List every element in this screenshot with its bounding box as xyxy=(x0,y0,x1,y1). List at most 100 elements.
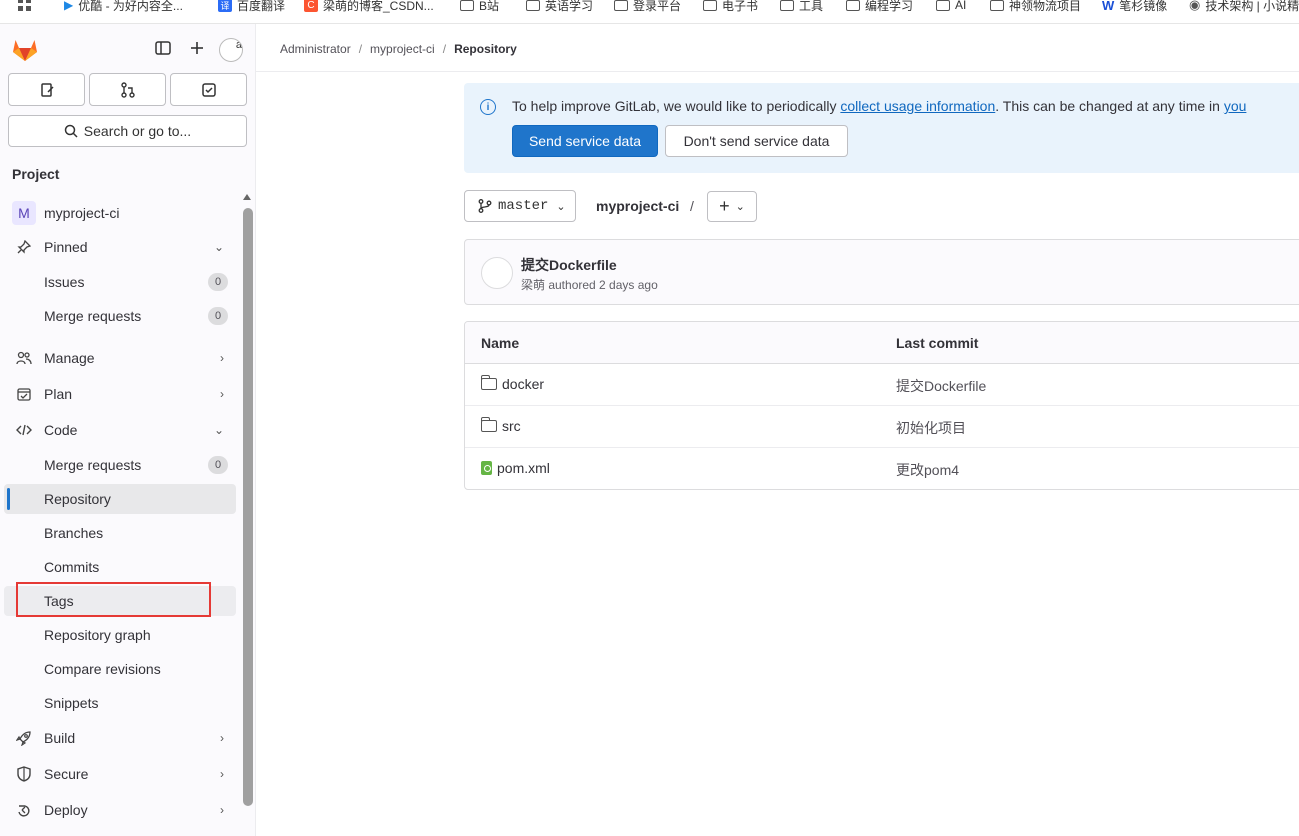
bookmark-tools[interactable]: 工具 xyxy=(780,0,823,14)
file-last-commit-link[interactable]: 提交Dockerfile xyxy=(896,376,986,396)
xml-file-icon xyxy=(481,461,492,475)
todos-shortcut-button[interactable] xyxy=(170,73,247,106)
code-icon xyxy=(16,422,32,438)
bookmark-login[interactable]: 登录平台 xyxy=(614,0,681,14)
sidebar-item-build[interactable]: Build › xyxy=(4,723,236,753)
table-header: Name Last commit xyxy=(465,322,1299,364)
file-tree-table: Name Last commit docker 提交Dockerfile src… xyxy=(464,321,1299,490)
table-row[interactable]: docker 提交Dockerfile xyxy=(465,364,1299,406)
branch-selector[interactable]: master ⌄ xyxy=(464,190,576,222)
sidebar-item-merge-requests[interactable]: Merge requests 0 xyxy=(4,450,236,480)
dont-send-service-data-button[interactable]: Don't send service data xyxy=(665,125,848,157)
file-name-link[interactable]: docker xyxy=(502,376,544,392)
sidebar-item-snippets[interactable]: Snippets xyxy=(4,688,236,718)
user-avatar[interactable]: a xyxy=(219,38,243,62)
chevron-down-icon: ⌄ xyxy=(213,423,224,437)
breadcrumb-item-repository[interactable]: Repository xyxy=(454,42,517,56)
file-name-link[interactable]: src xyxy=(502,418,521,434)
usage-data-alert: i To help improve GitLab, we would like … xyxy=(464,83,1299,173)
sidebar-item-issues[interactable]: Issues 0 xyxy=(4,267,236,297)
info-icon: i xyxy=(480,99,496,115)
sidebar-item-code[interactable]: Code ⌄ xyxy=(4,415,236,445)
bookmark-tech-arch[interactable]: ◉ 技术架构 | 小说精 xyxy=(1189,0,1299,14)
commit-author-avatar[interactable] xyxy=(481,257,513,289)
bookmarks-bar: ▶ 优酷 - 为好内容全... 译 百度翻译 C 梁萌的博客_CSDN... B… xyxy=(0,0,1299,24)
bookmark-ai[interactable]: AI xyxy=(936,0,966,14)
send-service-data-button[interactable]: Send service data xyxy=(512,125,658,157)
bookmark-bilibili[interactable]: B站 xyxy=(460,0,499,14)
table-row[interactable]: pom.xml 更改pom4 xyxy=(465,448,1299,489)
branch-icon xyxy=(478,199,492,213)
issues-shortcut-button[interactable] xyxy=(8,73,85,106)
plus-icon: + xyxy=(719,196,730,216)
sidebar-item-label: Branches xyxy=(44,525,104,541)
breadcrumb-item-administrator[interactable]: Administrator xyxy=(280,42,351,56)
count-badge: 0 xyxy=(208,273,228,291)
file-name-link[interactable]: pom.xml xyxy=(497,460,550,476)
sidebar-item-repository[interactable]: Repository xyxy=(4,484,236,514)
sidebar-item-merge-requests-pinned[interactable]: Merge requests 0 xyxy=(4,301,236,331)
sidebar-item-manage[interactable]: Manage › xyxy=(4,343,236,373)
file-last-commit-link[interactable]: 更改pom4 xyxy=(896,460,959,480)
users-icon xyxy=(16,350,32,366)
breadcrumb-item-project[interactable]: myproject-ci xyxy=(370,42,435,56)
bookmark-english[interactable]: 英语学习 xyxy=(526,0,593,14)
bookmark-logistics[interactable]: 神领物流项目 xyxy=(990,0,1081,14)
sidebar-project[interactable]: M myproject-ci xyxy=(4,198,236,228)
file-last-commit-link[interactable]: 初始化项目 xyxy=(896,418,966,438)
scroll-up-arrow-icon[interactable] xyxy=(243,194,251,200)
last-commit-panel: 提交Dockerfile 梁萌 authored 2 days ago xyxy=(464,239,1299,305)
sidebar-item-label: Snippets xyxy=(44,695,99,711)
rocket-icon xyxy=(16,730,32,746)
chevron-right-icon: › xyxy=(220,351,224,365)
sidebar-item-repository-graph[interactable]: Repository graph xyxy=(4,620,236,650)
sidebar-item-plan[interactable]: Plan › xyxy=(4,379,236,409)
sidebar-item-label: Merge requests xyxy=(44,457,142,473)
bookmark-mirror[interactable]: W 笔杉镜像 xyxy=(1102,0,1167,14)
bookmark-icon: W xyxy=(1102,0,1115,13)
sidebar-item-pinned[interactable]: Pinned ⌄ xyxy=(4,232,236,262)
count-badge: 0 xyxy=(208,456,228,474)
section-title: Project xyxy=(12,166,60,182)
csdn-icon: C xyxy=(304,0,318,12)
sidebar-item-branches[interactable]: Branches xyxy=(4,518,236,548)
sidebar-item-commits[interactable]: Commits xyxy=(4,552,236,582)
sidebar-item-deploy[interactable]: Deploy › xyxy=(4,795,236,825)
commit-title[interactable]: 提交Dockerfile xyxy=(521,255,617,275)
chevron-right-icon: › xyxy=(220,767,224,781)
chevron-right-icon: › xyxy=(220,803,224,817)
merge-requests-shortcut-button[interactable] xyxy=(89,73,166,106)
sidebar-item-label: Merge requests xyxy=(44,308,142,324)
bookmark-programming[interactable]: 编程学习 xyxy=(846,0,913,14)
highlight-box xyxy=(16,582,211,617)
sidebar-item-compare-revisions[interactable]: Compare revisions xyxy=(4,654,236,684)
bookmark-ebooks[interactable]: 电子书 xyxy=(703,0,758,14)
bookmark-youku[interactable]: ▶ 优酷 - 为好内容全... xyxy=(64,0,183,14)
settings-link[interactable]: you xyxy=(1224,98,1247,114)
sidebar-item-label: Plan xyxy=(44,386,73,402)
sidebar-item-label: Commits xyxy=(44,559,100,575)
sidebar-toggle-icon[interactable] xyxy=(154,39,172,57)
repo-path[interactable]: myproject-ci xyxy=(596,198,679,214)
add-to-tree-button[interactable]: + ⌄ xyxy=(707,191,757,222)
sidebar-item-secure[interactable]: Secure › xyxy=(4,759,236,789)
pin-icon xyxy=(16,239,32,255)
apps-grid-icon[interactable] xyxy=(18,0,32,14)
sidebar-item-label: Build xyxy=(44,730,76,746)
table-row[interactable]: src 初始化项目 xyxy=(465,406,1299,448)
gitlab-logo-icon[interactable] xyxy=(11,36,39,62)
sidebar-item-label: Manage xyxy=(44,350,95,366)
breadcrumb-separator: / xyxy=(442,42,447,56)
deploy-icon xyxy=(16,802,32,818)
sidebar-item-label: Compare revisions xyxy=(44,661,161,677)
search-button[interactable]: Search or go to... xyxy=(8,115,247,147)
bookmark-baidu-translate[interactable]: 译 百度翻译 xyxy=(218,0,285,14)
bookmark-csdn[interactable]: C 梁萌的博客_CSDN... xyxy=(304,0,434,14)
sidebar-scrollbar-thumb[interactable] xyxy=(243,208,253,806)
calendar-icon xyxy=(16,386,32,402)
column-header-name: Name xyxy=(481,335,520,351)
folder-icon xyxy=(460,0,474,11)
plus-icon[interactable] xyxy=(188,39,206,57)
collect-usage-link[interactable]: collect usage information xyxy=(840,98,995,114)
alert-text: To help improve GitLab, we would like to… xyxy=(512,98,1247,114)
